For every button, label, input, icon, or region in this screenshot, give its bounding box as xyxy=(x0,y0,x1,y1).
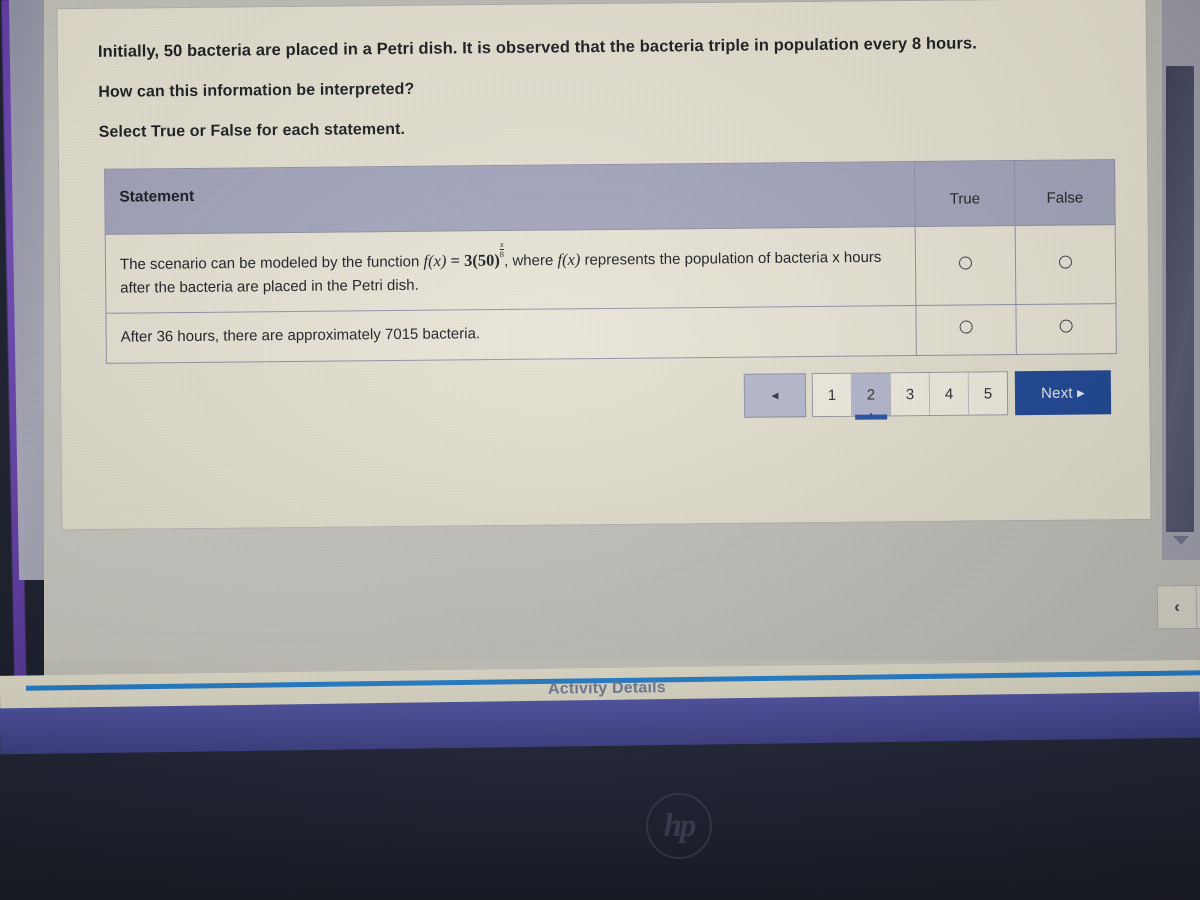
next-button[interactable]: Next ▸ xyxy=(1014,370,1112,416)
statement-1-formula-arg2: (x) xyxy=(561,249,581,269)
exponent-numerator: x xyxy=(499,238,504,249)
pagination-page-5[interactable]: 5 xyxy=(968,372,1008,415)
radio-cell-row1-true[interactable] xyxy=(915,225,1016,306)
pagination-controls: ◀ 1 2 3 4 5 Next ▸ xyxy=(743,370,1124,426)
column-header-false: False xyxy=(1014,159,1116,226)
question-text-block: Initially, 50 bacteria are placed in a P… xyxy=(98,33,1099,164)
question-instruction: Select True or False for each statement. xyxy=(98,120,406,141)
active-page-caret-icon xyxy=(867,412,876,418)
activity-details-label[interactable]: Activity Details xyxy=(548,679,666,699)
table-row: The scenario can be modeled by the funct… xyxy=(105,224,1116,314)
hp-logo-icon: hp xyxy=(646,793,712,859)
radio-button-row2-false[interactable] xyxy=(1059,319,1073,334)
statement-1-exponent-fraction: x8 xyxy=(499,238,505,259)
chevron-left-icon[interactable]: ‹ xyxy=(1156,584,1198,630)
column-header-true: True xyxy=(914,160,1016,227)
question-prompt-line-2: How can this information be interpreted? xyxy=(98,80,415,101)
pagination-prev-button[interactable]: ◀ xyxy=(743,373,807,418)
pagination-page-1[interactable]: 1 xyxy=(812,373,853,417)
radio-cell-row2-false[interactable] xyxy=(1015,303,1117,355)
statement-1-formula-equals: = 3(50) xyxy=(446,250,500,271)
question-card: Initially, 50 bacteria are placed in a P… xyxy=(57,0,1151,530)
radio-button-row1-true[interactable] xyxy=(958,256,973,270)
pagination-page-4[interactable]: 4 xyxy=(929,372,970,416)
photo-of-laptop-screen: hp Initially, 50 bacteria are placed in … xyxy=(0,0,1200,900)
pagination-page-2[interactable]: 2 xyxy=(851,373,892,418)
table-header-row: Statement True False xyxy=(104,159,1116,235)
page-nav-buttons: ‹ › xyxy=(1156,584,1200,630)
left-triangle-icon: ◀ xyxy=(771,389,779,401)
column-header-statement: Statement xyxy=(104,161,916,235)
true-false-table: Statement True False The scenario can be… xyxy=(104,159,1117,363)
statement-1-text-before: The scenario can be modeled by the funct… xyxy=(119,253,424,274)
statement-cell-1: The scenario can be modeled by the funct… xyxy=(105,226,916,314)
statement-1-text-mid: , where xyxy=(503,251,558,270)
scroll-down-arrow-icon[interactable] xyxy=(1173,536,1189,545)
radio-cell-row1-false[interactable] xyxy=(1015,224,1116,305)
vertical-scrollbar-thumb[interactable] xyxy=(1166,66,1194,532)
radio-button-row1-false[interactable] xyxy=(1058,255,1073,269)
table-row: After 36 hours, there are approximately … xyxy=(105,303,1117,363)
pagination-page-2-label: 2 xyxy=(866,386,876,404)
statement-cell-2: After 36 hours, there are approximately … xyxy=(105,305,917,363)
screen-area: Initially, 50 bacteria are placed in a P… xyxy=(44,0,1200,714)
pagination-page-3[interactable]: 3 xyxy=(890,373,931,416)
statement-1-formula-arg1: (x) xyxy=(427,251,447,271)
radio-button-row2-true[interactable] xyxy=(959,320,973,335)
exponent-denominator: 8 xyxy=(499,248,505,259)
pagination-page-list: 1 2 3 4 5 xyxy=(811,371,1009,418)
radio-cell-row2-true[interactable] xyxy=(915,304,1017,356)
